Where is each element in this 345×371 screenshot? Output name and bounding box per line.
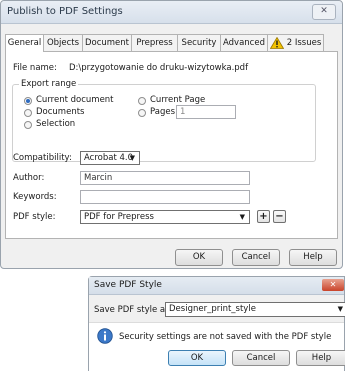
dialog-cancel-button[interactable]: Cancel xyxy=(232,350,290,366)
pages-input[interactable]: 1 xyxy=(176,105,236,119)
radio-current-page[interactable] xyxy=(138,97,146,105)
author-label: Author: xyxy=(13,173,45,183)
radio-pages[interactable] xyxy=(138,109,146,117)
close-button[interactable]: ✕ xyxy=(312,4,336,20)
dialog-close-button[interactable]: ✕ xyxy=(322,279,344,291)
file-name-value: D:\przygotowanie do druku-wizytowka.pdf xyxy=(69,63,249,73)
tab-document[interactable]: Document xyxy=(82,34,132,51)
tab-general[interactable]: General xyxy=(5,34,44,52)
file-name-label: File name: xyxy=(13,63,57,73)
dialog-help-button[interactable]: Help xyxy=(296,350,345,366)
cancel-button[interactable]: Cancel xyxy=(232,249,280,266)
save-as-combo[interactable]: Designer_print_style ▼ xyxy=(165,302,345,317)
chevron-down-icon: ▼ xyxy=(337,305,343,313)
pages-label: Pages: xyxy=(150,107,178,117)
tab-label: General xyxy=(7,38,42,48)
compatibility-value: Acrobat 4.0 xyxy=(84,153,134,163)
radio-current-document[interactable] xyxy=(24,97,32,105)
compatibility-select[interactable]: Acrobat 4.0 ▼ xyxy=(80,151,140,165)
dialog-title: Save PDF Style xyxy=(94,280,162,290)
tab-label: Prepress xyxy=(136,38,173,48)
window-title: Publish to PDF Settings xyxy=(7,6,123,17)
compatibility-label: Compatibility: xyxy=(13,153,72,163)
tab-label: Document xyxy=(84,38,130,48)
keywords-label: Keywords: xyxy=(13,192,57,202)
help-button[interactable]: Help xyxy=(289,249,337,266)
publish-pdf-window: Publish to PDF Settings ✕ General Object… xyxy=(0,0,343,269)
dialog-title-bar: Save PDF Style ✕ xyxy=(89,277,344,295)
tab-label: Security xyxy=(181,38,217,48)
chevron-down-icon: ▼ xyxy=(239,213,245,221)
current-page-label: Current Page xyxy=(150,95,206,105)
export-range-group: Export range Current document Documents … xyxy=(12,79,316,162)
tab-label: Objects xyxy=(46,38,80,48)
selection-label: Selection xyxy=(36,119,76,129)
tab-issues[interactable]: 2 Issues xyxy=(267,34,324,51)
tab-objects[interactable]: Objects xyxy=(43,34,83,51)
tab-advanced[interactable]: Advanced xyxy=(220,34,268,51)
tab-prepress[interactable]: Prepress xyxy=(131,34,178,51)
export-range-label: Export range xyxy=(19,79,79,89)
save-as-value: Designer_print_style xyxy=(169,304,256,314)
author-input[interactable]: Marcin xyxy=(80,171,250,185)
tab-security[interactable]: Security xyxy=(177,34,221,51)
info-bar: Security settings are not saved with the… xyxy=(89,322,345,371)
warning-icon xyxy=(269,36,284,49)
tab-label: Advanced xyxy=(223,38,265,48)
tab-label: 2 Issues xyxy=(286,38,322,48)
radio-selection[interactable] xyxy=(24,121,32,129)
pdf-style-select[interactable]: PDF for Prepress ▼ xyxy=(80,210,250,224)
general-panel: File name: D:\przygotowanie do druku-wiz… xyxy=(5,51,338,239)
documents-label: Documents xyxy=(36,107,85,117)
dialog-ok-button[interactable]: OK xyxy=(168,350,226,366)
remove-style-button[interactable]: − xyxy=(273,210,286,223)
ok-button[interactable]: OK xyxy=(175,249,223,266)
current-document-label: Current document xyxy=(36,95,114,105)
save-as-label: Save PDF style as: xyxy=(94,305,173,315)
add-style-button[interactable]: + xyxy=(257,210,270,223)
info-icon xyxy=(97,328,113,344)
radio-documents[interactable] xyxy=(24,109,32,117)
pdf-style-label: PDF style: xyxy=(13,212,56,222)
pdf-style-value: PDF for Prepress xyxy=(84,212,154,222)
title-bar: Publish to PDF Settings ✕ xyxy=(1,1,342,24)
keywords-input[interactable] xyxy=(80,190,250,204)
chevron-down-icon: ▼ xyxy=(129,154,135,162)
info-text: Security settings are not saved with the… xyxy=(119,332,332,342)
save-pdf-style-dialog: Save PDF Style ✕ Save PDF style as: Desi… xyxy=(88,276,345,371)
